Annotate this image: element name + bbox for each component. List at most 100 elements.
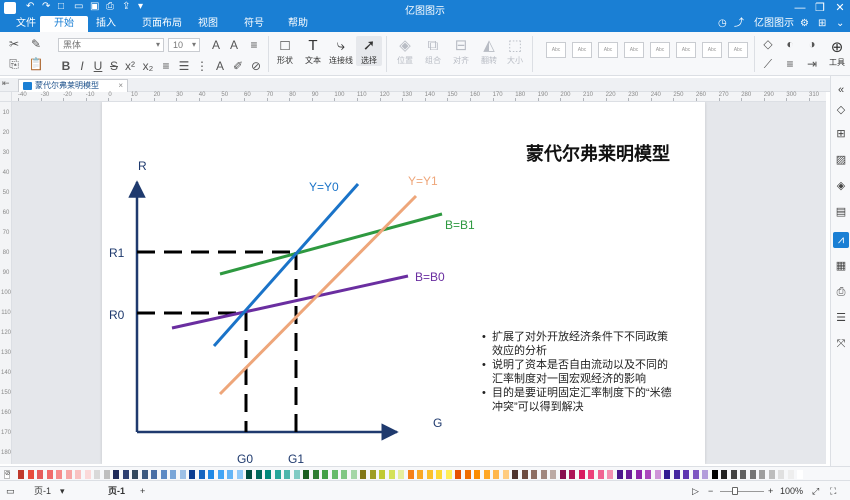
copy-icon[interactable]: ⎘: [6, 56, 22, 72]
color-swatch[interactable]: [369, 470, 376, 479]
color-swatch[interactable]: [94, 470, 100, 479]
color-swatch[interactable]: [189, 470, 195, 479]
close-window-button[interactable]: ✕: [830, 0, 850, 16]
color-swatch[interactable]: [170, 470, 176, 479]
color-swatch[interactable]: [151, 470, 157, 479]
menu-insert[interactable]: 插入: [82, 16, 130, 32]
connector-tool-button[interactable]: ⤷ 连接线: [328, 36, 354, 66]
paste-icon[interactable]: 📋: [28, 56, 44, 72]
line-style-icon[interactable]: ⟋: [760, 56, 776, 72]
page-view-icon[interactable]: ▭: [6, 485, 15, 497]
color-swatch[interactable]: [56, 470, 62, 479]
color-swatch[interactable]: [208, 470, 214, 479]
color-swatch[interactable]: [797, 470, 803, 479]
color-swatch[interactable]: [227, 470, 233, 479]
fill-panel-icon[interactable]: ◇: [833, 102, 849, 118]
style-preset-4[interactable]: Abc: [624, 42, 644, 58]
fullscreen-icon[interactable]: ⛶: [830, 485, 836, 497]
grid-panel-icon[interactable]: ⊞: [833, 126, 849, 142]
numbered-list-icon[interactable]: ⋮: [194, 58, 210, 74]
font-size-select[interactable]: 10 ▾: [168, 38, 200, 52]
color-swatch[interactable]: [265, 470, 271, 479]
color-swatch[interactable]: [331, 470, 338, 479]
color-swatch[interactable]: [749, 470, 756, 479]
page-panel-icon[interactable]: ▤: [833, 204, 849, 220]
font-family-select[interactable]: 黑体 ▾: [58, 38, 164, 52]
clear-format-icon[interactable]: ⊘: [248, 58, 264, 74]
color-swatch[interactable]: [417, 470, 423, 479]
arrow-style-icon[interactable]: ⇥: [804, 56, 820, 72]
account-name[interactable]: 亿图图示: [754, 16, 794, 32]
color-swatch[interactable]: [436, 470, 442, 479]
color-swatch[interactable]: [18, 470, 24, 479]
image-panel-icon[interactable]: ▨: [833, 152, 849, 168]
page-selector[interactable]: 页-1: [34, 485, 51, 497]
cut-icon[interactable]: ✂: [6, 36, 22, 52]
text-direction-icon[interactable]: ≡: [246, 37, 262, 53]
zoom-in-icon[interactable]: +: [768, 485, 773, 497]
color-swatch[interactable]: [445, 470, 452, 479]
color-swatch[interactable]: [160, 470, 167, 479]
shadow-icon[interactable]: ◑: [804, 36, 820, 52]
color-swatch[interactable]: [626, 470, 632, 479]
panel-toggle-icon[interactable]: ⇤: [2, 78, 10, 89]
color-swatch[interactable]: [217, 470, 224, 479]
color-swatch[interactable]: [730, 470, 737, 479]
color-swatch[interactable]: [46, 470, 53, 479]
color-swatch[interactable]: [702, 470, 708, 479]
table-panel-icon[interactable]: ▦: [833, 258, 849, 274]
color-swatch[interactable]: [588, 470, 594, 479]
bold-icon[interactable]: B: [58, 58, 74, 74]
color-swatch[interactable]: [407, 470, 414, 479]
color-swatch[interactable]: [550, 470, 556, 479]
color-swatch[interactable]: [635, 470, 642, 479]
color-swatch[interactable]: [179, 470, 186, 479]
color-swatch[interactable]: [284, 470, 290, 479]
zoom-level[interactable]: 100%: [780, 485, 803, 497]
grid-apps-icon[interactable]: ⊞: [818, 16, 826, 32]
align-button[interactable]: ⊟ 对齐: [448, 36, 474, 66]
color-swatch[interactable]: [246, 470, 252, 479]
color-swatch[interactable]: [236, 470, 243, 479]
color-swatch[interactable]: [37, 470, 43, 479]
color-swatch[interactable]: [531, 470, 537, 479]
color-swatch[interactable]: [322, 470, 328, 479]
color-swatch[interactable]: [569, 470, 575, 479]
color-swatch[interactable]: [664, 470, 670, 479]
color-swatch[interactable]: [379, 470, 385, 479]
highlight-icon[interactable]: ✐: [230, 58, 246, 74]
size-button[interactable]: ⬚ 大小: [502, 36, 528, 66]
format-painter-icon[interactable]: ✎: [28, 36, 44, 52]
color-swatch[interactable]: [521, 470, 528, 479]
color-swatch[interactable]: [84, 470, 91, 479]
style-preset-7[interactable]: Abc: [702, 42, 722, 58]
zoom-out-icon[interactable]: −: [708, 485, 713, 497]
color-swatch[interactable]: [559, 470, 566, 479]
menu-symbols[interactable]: 符号: [230, 16, 278, 32]
color-swatch[interactable]: [711, 470, 718, 479]
decrease-font-icon[interactable]: A: [226, 37, 242, 53]
font-color-icon[interactable]: A: [212, 58, 228, 74]
close-tab-icon[interactable]: ×: [118, 80, 123, 92]
color-swatch[interactable]: [768, 470, 775, 479]
menu-home[interactable]: 开始: [40, 16, 88, 32]
shape-tool-button[interactable]: □ 形状: [272, 36, 298, 66]
export-panel-icon[interactable]: ⎙: [833, 284, 849, 300]
fill-icon[interactable]: ◇: [760, 36, 776, 52]
color-swatch[interactable]: [274, 470, 281, 479]
color-swatch[interactable]: [27, 470, 34, 479]
group-button[interactable]: ⧉ 组合: [420, 36, 446, 66]
increase-font-icon[interactable]: A: [208, 37, 224, 53]
text-tool-button[interactable]: T 文本: [300, 36, 326, 66]
settings-icon[interactable]: ⚙: [800, 16, 809, 32]
menu-help[interactable]: 帮助: [274, 16, 322, 32]
color-swatch[interactable]: [455, 470, 461, 479]
color-swatch[interactable]: [141, 470, 148, 479]
color-swatch[interactable]: [103, 470, 110, 479]
color-swatch[interactable]: [616, 470, 623, 479]
style-preset-8[interactable]: Abc: [728, 42, 748, 58]
color-swatch[interactable]: [483, 470, 490, 479]
style-preset-3[interactable]: Abc: [598, 42, 618, 58]
style-preset-1[interactable]: Abc: [546, 42, 566, 58]
line-color-icon[interactable]: ◐: [782, 36, 798, 52]
